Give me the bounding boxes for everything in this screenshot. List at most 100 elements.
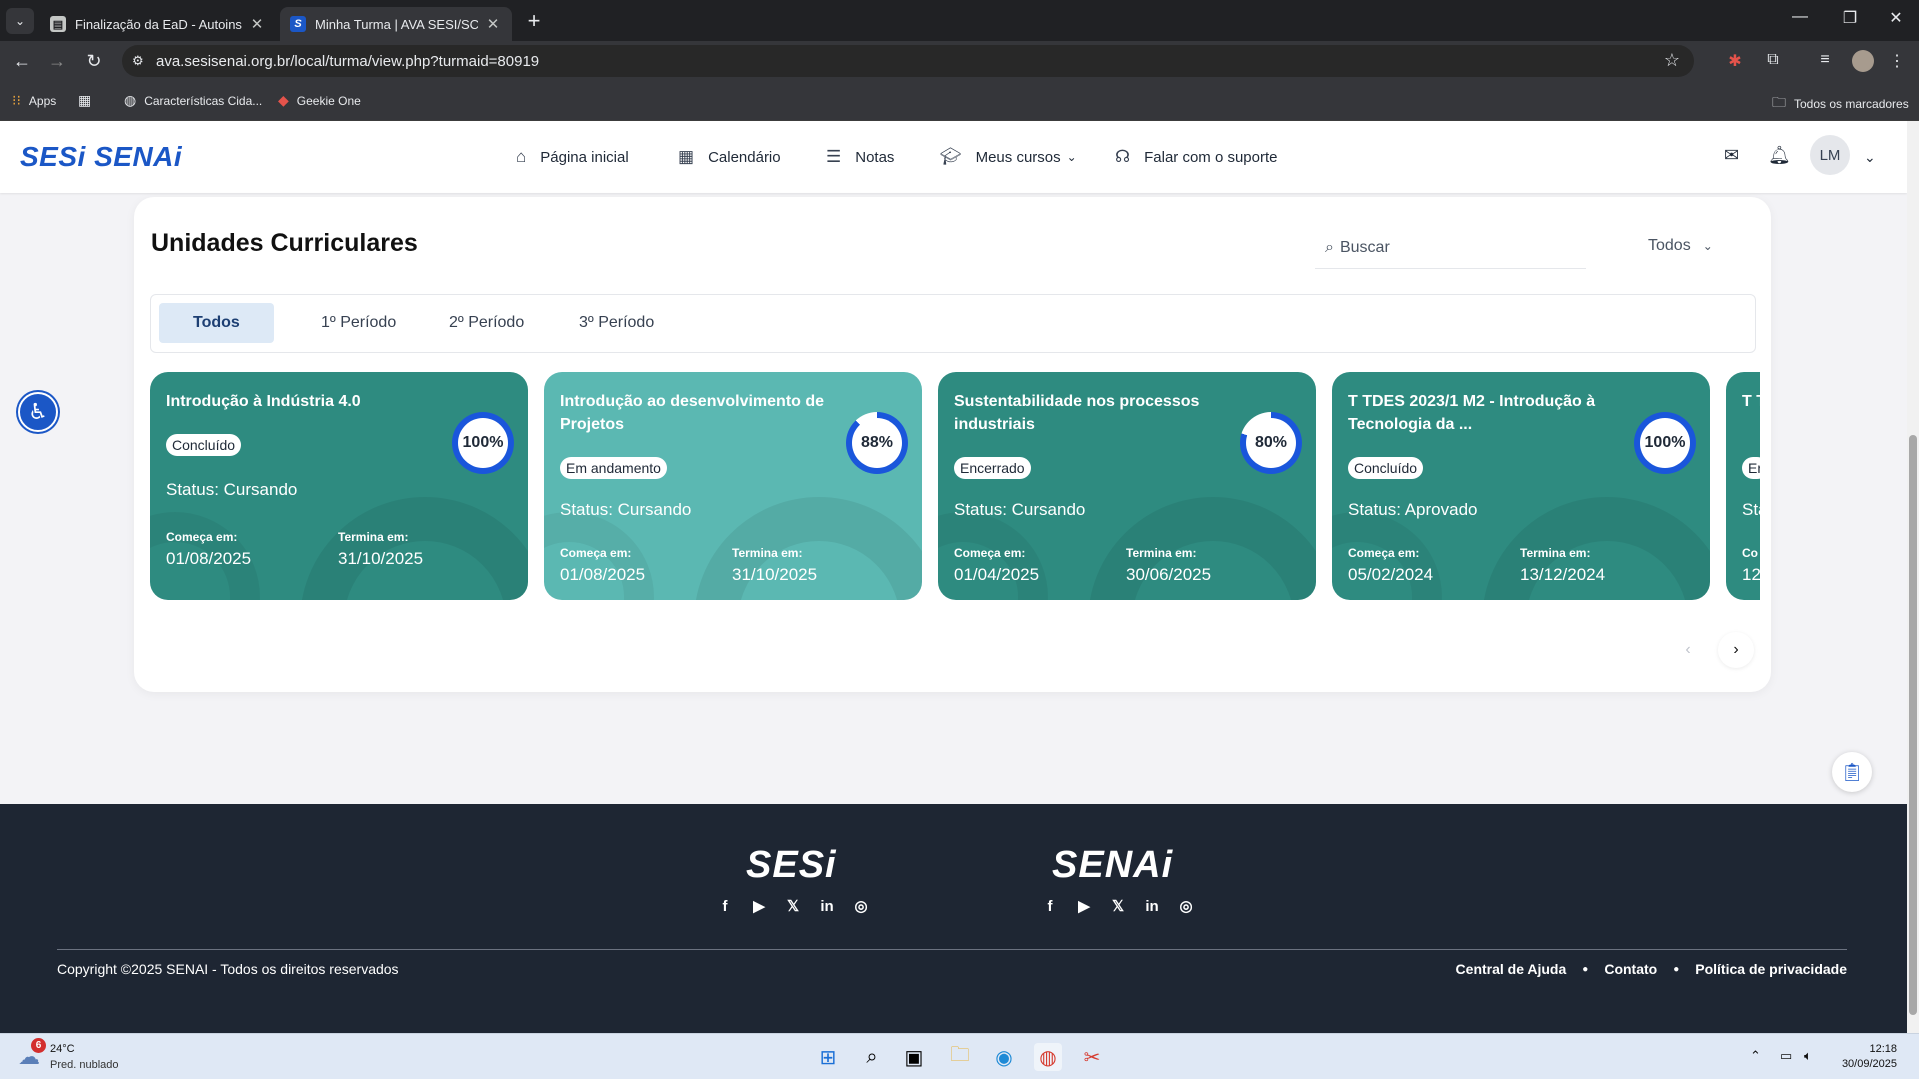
file-explorer-icon[interactable]: 🗀	[946, 1043, 974, 1071]
show-hidden-icons-chevron-icon[interactable]: ⌃	[1750, 1048, 1761, 1064]
extensions-puzzle-icon[interactable]: ⧉	[1762, 51, 1784, 69]
bookmark-apps[interactable]: ⁝⁝ Apps	[12, 92, 56, 109]
bookmark-caracteristicas[interactable]: ◍ Características Cida...	[124, 92, 262, 109]
user-avatar[interactable]: LM	[1810, 135, 1850, 175]
nav-calendario[interactable]: ▦ Calendário	[678, 147, 781, 167]
extension-icon[interactable]: ✱	[1724, 51, 1746, 71]
forward-button[interactable]: →	[45, 51, 69, 72]
accessibility-icon[interactable]: ♿︎	[18, 392, 58, 432]
chevron-down-icon: ⌄	[1702, 239, 1713, 253]
all-bookmarks-folder[interactable]: 🗀 Todos os marcadores	[1772, 92, 1909, 116]
footer-divider	[57, 949, 1847, 950]
bookmark-label: Apps	[28, 93, 57, 108]
facebook-icon[interactable]: f	[715, 896, 735, 916]
youtube-icon[interactable]: ▶	[1074, 896, 1094, 916]
linkedin-icon[interactable]: in	[1142, 896, 1162, 916]
instagram-icon[interactable]: ◎	[851, 896, 871, 916]
link-politica-de-privacidade[interactable]: Política de privacidade	[1695, 961, 1847, 977]
clipboard-icon[interactable]: 📋︎	[1832, 752, 1872, 792]
course-state-badge: Er	[1742, 457, 1760, 479]
course-status: Status: Aprovado	[1348, 500, 1478, 519]
bookmark-star-icon[interactable]: ☆	[1664, 50, 1680, 71]
profile-avatar[interactable]	[1852, 50, 1874, 72]
bookmark-geekie-one[interactable]: ◆ Geekie One	[278, 92, 361, 109]
site-header: SESi SENAi ⌂ Página inicial ▦ Calendário…	[0, 121, 1907, 193]
link-central-de-ajuda[interactable]: Central de Ajuda	[1456, 961, 1567, 977]
unidades-curriculares-panel: Unidades Curriculares ⌕ Todos ⌄ Todos 1º…	[134, 197, 1771, 692]
calendar-icon: ▦	[678, 147, 695, 166]
url-text[interactable]: ava.sesisenai.org.br/local/turma/view.ph…	[156, 53, 539, 70]
media-control-icon[interactable]: ≡	[1814, 51, 1836, 69]
tab-groups-button[interactable]: ▦	[78, 92, 99, 109]
tab-2-periodo[interactable]: 2º Período	[415, 303, 558, 343]
youtube-icon[interactable]: ▶	[749, 896, 769, 916]
course-card[interactable]: T T Qu Er Sta Co 12/	[1726, 372, 1760, 600]
scrollbar-thumb[interactable]	[1909, 435, 1917, 1015]
user-menu-chevron-icon[interactable]: ⌄	[1864, 149, 1876, 166]
search-input[interactable]	[1339, 238, 1560, 257]
x-icon[interactable]: 𝕏	[1108, 896, 1128, 916]
back-button[interactable]: ←	[10, 51, 34, 72]
weather-temperature[interactable]: 24°C	[50, 1043, 75, 1055]
nav-pagina-inicial[interactable]: ⌂ Página inicial	[516, 147, 629, 167]
end-label: Termina em:	[338, 530, 409, 544]
chrome-browser-icon[interactable]: ◍	[1034, 1043, 1062, 1071]
nav-label: Página inicial	[540, 148, 629, 166]
end-date: 30/06/2025	[1126, 565, 1212, 584]
close-tab-icon[interactable]: ✕	[248, 15, 266, 33]
browser-tab-finalizacao[interactable]: ▤ Finalização da EaD - Autoinstru ✕	[40, 7, 276, 41]
snipping-tool-icon[interactable]: ✂	[1078, 1043, 1106, 1071]
task-view-icon[interactable]: ▣	[900, 1043, 928, 1071]
nav-falar-com-suporte[interactable]: ☊ Falar com o suporte	[1115, 147, 1278, 167]
restore-window-button[interactable]: ❐	[1830, 8, 1870, 28]
folder-icon: 🗀	[1772, 94, 1786, 110]
volume-icon[interactable]: 🔈︎	[1804, 1048, 1812, 1064]
end-label: Termina em:	[1520, 546, 1591, 560]
nav-notas[interactable]: ☰ Notas	[826, 147, 894, 167]
nav-meus-cursos[interactable]: 🎓︎ Meus cursos ⌄	[940, 147, 1077, 167]
windows-start-icon[interactable]: ⊞	[814, 1043, 842, 1071]
course-card[interactable]: Introdução à Indústria 4.0 Concluído 100…	[150, 372, 528, 600]
address-bar[interactable]: ⚙ ava.sesisenai.org.br/local/turma/view.…	[122, 45, 1694, 77]
end-label: Termina em:	[1126, 546, 1197, 560]
search-box: ⌕	[1315, 227, 1586, 269]
nav-label: Meus cursos	[975, 148, 1061, 166]
sesi-senai-logo[interactable]: SESi SENAi	[20, 141, 182, 173]
carousel-prev-button[interactable]: ‹	[1670, 632, 1706, 668]
course-state-badge: Encerrado	[954, 457, 1031, 479]
new-tab-button[interactable]: +	[520, 8, 548, 34]
instagram-icon[interactable]: ◎	[1176, 896, 1196, 916]
browser-tab-minha-turma[interactable]: S Minha Turma | AVA SESI/SC SEN ✕	[280, 7, 512, 41]
filter-dropdown[interactable]: Todos ⌄	[1648, 237, 1713, 255]
tab-1-periodo[interactable]: 1º Período	[287, 303, 430, 343]
carousel-next-button[interactable]: ›	[1718, 632, 1754, 668]
globe-icon: ◍	[124, 92, 137, 108]
edge-browser-icon[interactable]: ◉	[990, 1043, 1018, 1071]
course-card[interactable]: Sustentabilidade nos processos industria…	[938, 372, 1316, 600]
browser-menu-icon[interactable]: ⋮	[1886, 51, 1908, 71]
x-icon[interactable]: 𝕏	[783, 896, 803, 916]
link-contato[interactable]: Contato	[1604, 961, 1657, 977]
tab-title: Minha Turma | AVA SESI/SC SEN	[315, 16, 478, 32]
close-window-button[interactable]: ✕	[1876, 8, 1916, 28]
start-date: 01/08/2025	[166, 549, 252, 568]
system-clock[interactable]: 12:18 30/09/2025	[1842, 1042, 1897, 1072]
course-title: T TDES 2023/1 M2 - Introdução à Tecnolog…	[1348, 393, 1596, 433]
tab-list-button[interactable]: ⌄	[6, 8, 34, 34]
tab-todos[interactable]: Todos	[159, 303, 274, 343]
close-tab-icon[interactable]: ✕	[484, 15, 502, 33]
messages-mail-icon[interactable]: ✉	[1724, 145, 1739, 166]
facebook-icon[interactable]: f	[1040, 896, 1060, 916]
weather-description[interactable]: Pred. nublado	[50, 1059, 119, 1071]
course-card[interactable]: Introdução ao desenvolvimento de Projeto…	[544, 372, 922, 600]
site-info-icon[interactable]: ⚙	[132, 53, 144, 69]
progress-ring: 100%	[1634, 412, 1696, 474]
network-icon[interactable]: ▭	[1780, 1048, 1792, 1064]
course-card[interactable]: T TDES 2023/1 M2 - Introdução à Tecnolog…	[1332, 372, 1710, 600]
notifications-bell-icon[interactable]: 🔔︎	[1768, 145, 1791, 166]
tab-3-periodo[interactable]: 3º Período	[545, 303, 688, 343]
search-icon[interactable]: ⌕	[858, 1043, 886, 1071]
minimize-window-button[interactable]: —	[1780, 8, 1820, 26]
reload-button[interactable]: ↻	[82, 51, 106, 72]
linkedin-icon[interactable]: in	[817, 896, 837, 916]
